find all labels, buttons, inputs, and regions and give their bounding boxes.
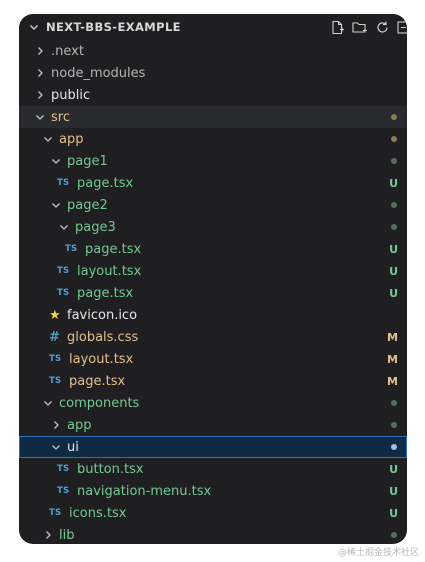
folder-app[interactable]: app xyxy=(19,128,407,150)
explorer-header: NEXT-BBS-EXAMPLE xyxy=(19,14,407,40)
typescript-file-icon: TS xyxy=(57,178,70,188)
git-status-badge: U xyxy=(389,242,398,256)
file-tree: .next node_modulespublic src app page1 TS page… xyxy=(19,40,407,544)
css-file-icon: # xyxy=(49,329,60,345)
chevron-down-icon[interactable] xyxy=(49,200,63,210)
file-layout-tsx[interactable]: TS layout.tsx M xyxy=(19,348,407,370)
git-status-badge: U xyxy=(389,484,398,498)
git-status-dot xyxy=(391,136,397,142)
file-page-tsx[interactable]: TS page.tsx M xyxy=(19,370,407,392)
tree-item-label: lib xyxy=(59,527,75,543)
typescript-file-icon: TS xyxy=(57,266,70,276)
new-folder-icon[interactable] xyxy=(352,20,368,35)
file-favicon-ico[interactable]: ★ favicon.ico xyxy=(19,304,407,326)
tree-item-label: page.tsx xyxy=(85,241,142,257)
tree-item-label: icons.tsx xyxy=(69,505,127,521)
workspace-title[interactable]: NEXT-BBS-EXAMPLE xyxy=(46,20,330,34)
chevron-down-icon[interactable] xyxy=(41,398,55,408)
refresh-icon[interactable] xyxy=(375,20,390,35)
chevron-down-icon[interactable] xyxy=(33,112,47,122)
tree-item-label: .next xyxy=(51,43,84,59)
chevron-down-icon[interactable] xyxy=(26,22,42,32)
explorer-panel: NEXT-BBS-EXAMPLE .next node_modulespublic… xyxy=(19,14,407,544)
typescript-file-icon: TS xyxy=(49,508,62,518)
file-globals-css[interactable]: # globals.css M xyxy=(19,326,407,348)
chevron-down-icon[interactable] xyxy=(49,442,63,452)
git-status-badge: M xyxy=(387,374,398,388)
folder-src[interactable]: src xyxy=(19,106,407,128)
folder-lib[interactable]: lib xyxy=(19,524,407,544)
tree-item-label: app xyxy=(67,417,92,433)
git-status-badge: U xyxy=(389,264,398,278)
typescript-file-icon: TS xyxy=(49,354,62,364)
file-page-tsx[interactable]: TS page.tsx U xyxy=(19,282,407,304)
git-status-badge: M xyxy=(387,352,398,366)
chevron-down-icon[interactable] xyxy=(57,222,71,232)
tree-item-label: favicon.ico xyxy=(67,307,138,323)
folder-app[interactable]: app xyxy=(19,414,407,436)
folder-page3[interactable]: page3 xyxy=(19,216,407,238)
folder-next[interactable]: .next xyxy=(19,40,407,62)
tree-item-label: button.tsx xyxy=(77,461,144,477)
tree-item-label: public xyxy=(51,87,91,103)
git-status-dot xyxy=(391,532,397,538)
tree-item-label: page3 xyxy=(75,219,116,235)
tree-item-label: layout.tsx xyxy=(77,263,142,279)
git-status-dot xyxy=(391,158,397,164)
tree-item-label: components xyxy=(59,395,140,411)
chevron-right-icon[interactable] xyxy=(49,420,63,430)
git-status-badge: U xyxy=(389,506,398,520)
folder-components[interactable]: components xyxy=(19,392,407,414)
git-status-dot xyxy=(391,114,397,120)
tree-item-label: src xyxy=(51,109,70,125)
tree-item-label: ui xyxy=(67,439,79,455)
folder-node-modules[interactable]: node_modules xyxy=(19,62,407,84)
new-file-icon[interactable] xyxy=(330,20,345,35)
tree-item-label: node_modules xyxy=(51,65,146,81)
chevron-right-icon[interactable] xyxy=(41,530,55,540)
tree-item-label: page.tsx xyxy=(77,175,134,191)
chevron-right-icon[interactable] xyxy=(33,68,47,78)
file-page-tsx[interactable]: TS page.tsx U xyxy=(19,238,407,260)
typescript-file-icon: TS xyxy=(65,244,78,254)
chevron-down-icon[interactable] xyxy=(49,156,63,166)
folder-ui[interactable]: ui xyxy=(19,436,407,458)
folder-page1[interactable]: page1 xyxy=(19,150,407,172)
git-status-dot xyxy=(391,400,397,406)
git-status-badge: M xyxy=(387,330,398,344)
file-layout-tsx[interactable]: TS layout.tsx U xyxy=(19,260,407,282)
chevron-down-icon[interactable] xyxy=(41,134,55,144)
tree-item-label: page1 xyxy=(67,153,108,169)
explorer-actions xyxy=(330,20,407,35)
tree-item-label: globals.css xyxy=(67,329,139,345)
git-status-dot xyxy=(391,224,397,230)
file-page-tsx[interactable]: TS page.tsx U xyxy=(19,172,407,194)
folder-page2[interactable]: page2 xyxy=(19,194,407,216)
chevron-right-icon[interactable] xyxy=(33,46,47,56)
tree-item-label: page.tsx xyxy=(69,373,126,389)
tree-item-label: page.tsx xyxy=(77,285,134,301)
file-navigation-menu-tsx[interactable]: TS navigation-menu.tsx U xyxy=(19,480,407,502)
git-status-dot xyxy=(391,444,397,450)
tree-item-label: navigation-menu.tsx xyxy=(77,483,212,499)
folder-public[interactable]: public xyxy=(19,84,407,106)
tree-item-label: page2 xyxy=(67,197,108,213)
git-status-badge: U xyxy=(389,462,398,476)
typescript-file-icon: TS xyxy=(57,464,70,474)
git-status-badge: U xyxy=(389,286,398,300)
favicon-file-icon: ★ xyxy=(49,307,61,323)
watermark: @稀土掘金技术社区 xyxy=(337,548,419,558)
typescript-file-icon: TS xyxy=(57,486,70,496)
git-status-badge: U xyxy=(389,176,398,190)
git-status-dot xyxy=(391,422,397,428)
file-button-tsx[interactable]: TS button.tsx U xyxy=(19,458,407,480)
chevron-right-icon[interactable] xyxy=(33,90,47,100)
git-status-dot xyxy=(391,202,397,208)
file-icons-tsx[interactable]: TS icons.tsx U xyxy=(19,502,407,524)
tree-item-label: layout.tsx xyxy=(69,351,134,367)
collapse-all-icon[interactable] xyxy=(397,20,407,35)
tree-item-label: app xyxy=(59,131,84,147)
typescript-file-icon: TS xyxy=(49,376,62,386)
typescript-file-icon: TS xyxy=(57,288,70,298)
